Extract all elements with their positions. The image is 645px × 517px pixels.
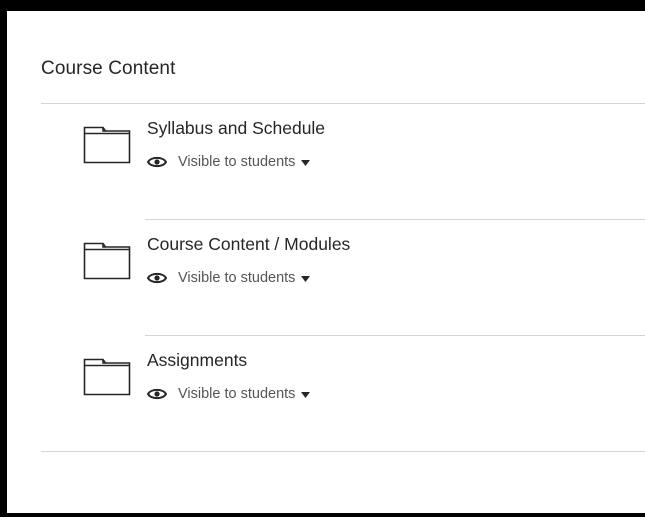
course-content-panel: Course Content Syllabus and Schedule Vis… [7,11,645,513]
visibility-dropdown[interactable]: Visible to students [147,383,311,405]
item-title-link[interactable]: Syllabus and Schedule [147,118,325,139]
folder-icon[interactable] [83,358,131,396]
visibility-label: Visible to students [178,386,296,402]
caret-down-icon [301,275,311,282]
folder-icon[interactable] [83,126,131,164]
footer-divider [41,451,645,452]
eye-icon [147,156,167,168]
content-item-assignments: Assignments Visible to students [7,336,645,452]
folder-icon[interactable] [83,242,131,280]
visibility-dropdown[interactable]: Visible to students [147,151,311,173]
content-item-syllabus: Syllabus and Schedule Visible to student… [7,104,645,220]
item-title-link[interactable]: Course Content / Modules [147,234,350,255]
item-title-link[interactable]: Assignments [147,350,247,371]
caret-down-icon [301,391,311,398]
section-title: Course Content [41,58,176,79]
eye-icon [147,388,167,400]
visibility-dropdown[interactable]: Visible to students [147,267,311,289]
eye-icon [147,272,167,284]
content-item-modules: Course Content / Modules Visible to stud… [7,220,645,336]
visibility-label: Visible to students [178,154,296,170]
visibility-label: Visible to students [178,270,296,286]
caret-down-icon [301,159,311,166]
